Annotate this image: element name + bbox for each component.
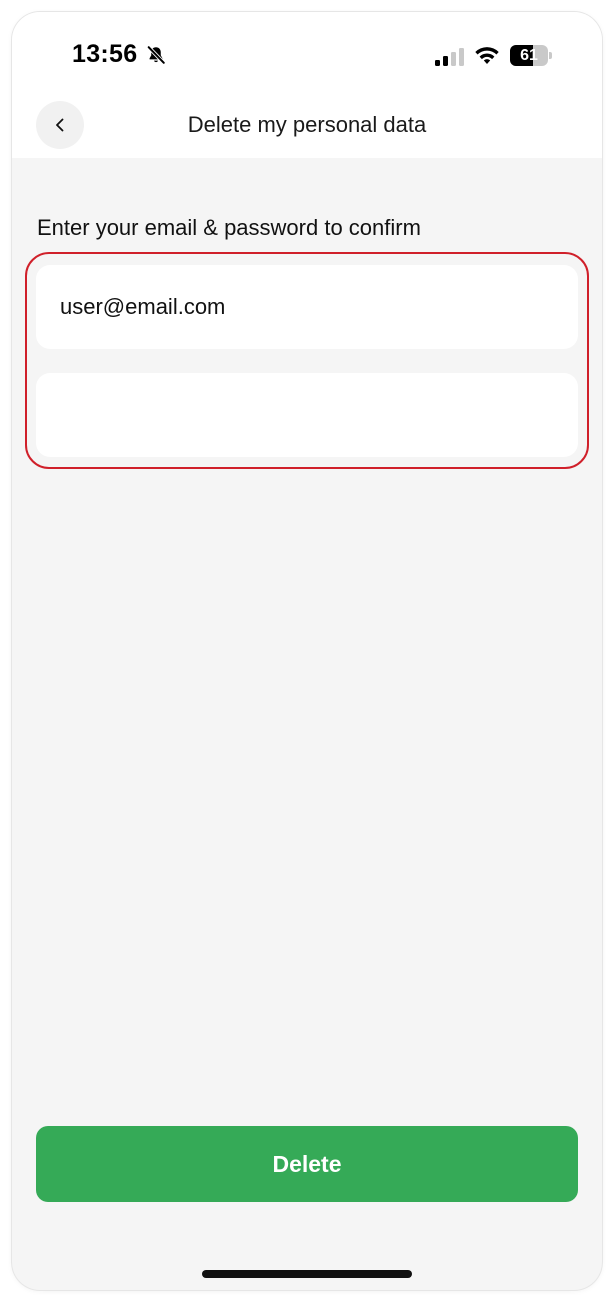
battery-body: 61	[510, 45, 548, 66]
confirm-instructions: Enter your email & password to confirm	[37, 215, 421, 240]
delete-button[interactable]: Delete	[36, 1126, 578, 1202]
home-indicator	[202, 1270, 412, 1278]
wifi-icon	[475, 47, 499, 64]
back-button[interactable]	[36, 101, 84, 149]
chevron-left-icon	[56, 118, 64, 132]
battery-cap	[549, 52, 552, 59]
battery-icon: 61	[510, 45, 552, 66]
password-field[interactable]	[36, 373, 578, 457]
app-screen: 13:56 61 Delete my personal data Enter y…	[12, 12, 602, 1290]
page-title: Delete my personal data	[187, 112, 427, 137]
bell-slash-icon	[147, 45, 166, 65]
cellular-signal-icon	[435, 48, 464, 66]
status-time: 13:56	[72, 40, 138, 68]
battery-level: 61	[520, 47, 538, 64]
email-field[interactable]	[36, 265, 578, 349]
